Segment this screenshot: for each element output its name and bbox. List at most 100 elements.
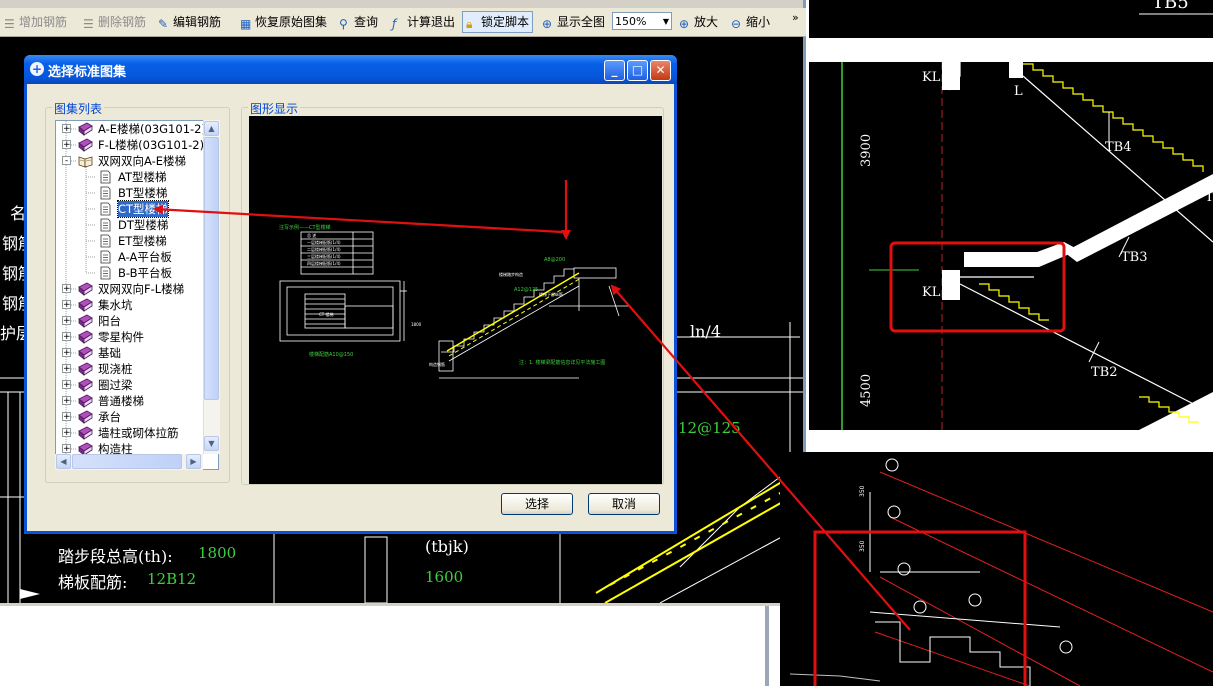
scroll-down-button[interactable]: ▼ <box>204 436 219 451</box>
maximize-button[interactable]: □ <box>627 60 648 81</box>
tree-item-label: 双网双向F-L楼梯 <box>98 282 185 296</box>
expand-icon[interactable]: + <box>62 444 71 454</box>
query-button[interactable]: ⚲ 查询 <box>339 13 378 31</box>
expand-icon[interactable]: + <box>62 364 71 374</box>
scroll-left-button[interactable]: ◀ <box>56 454 71 469</box>
tree-item-label: B-B平台板 <box>118 266 173 280</box>
step-height-label: 踏步段总高(th): <box>58 547 173 566</box>
tree-item-label: 圈过梁 <box>98 378 133 392</box>
expand-icon[interactable]: + <box>62 140 71 150</box>
expand-icon[interactable]: + <box>62 300 71 310</box>
tree-item[interactable]: + F-L楼梯(03G101-2) <box>56 137 216 153</box>
expand-icon[interactable]: + <box>62 396 71 406</box>
restore-atlas-button[interactable]: ▦ 恢复原始图集 <box>240 13 327 31</box>
tree-item-label: 承台 <box>98 410 121 424</box>
svg-text:350: 350 <box>859 540 866 552</box>
svg-text:A12@125: A12@125 <box>514 287 538 293</box>
expand-icon[interactable]: + <box>62 412 71 422</box>
select-button[interactable]: 选择 <box>501 493 573 515</box>
scroll-up-button[interactable]: ▲ <box>204 121 219 136</box>
svg-text:350: 350 <box>859 485 866 497</box>
tree-item[interactable]: CT型楼梯 <box>56 200 216 218</box>
tree-item[interactable]: B-B平台板 <box>56 265 216 281</box>
expand-icon[interactable]: + <box>62 348 71 358</box>
lock-script-button[interactable]: 🔒︎ 锁定脚本 <box>462 11 534 33</box>
slab-rebar-value: 12B12 <box>147 570 197 588</box>
tree-item[interactable]: BT型楼梯 <box>56 185 216 201</box>
reference-stair-section: KL L TB4 TB3 TB2 KL TE T 3900 4500 <box>809 62 1213 430</box>
tree-item[interactable]: + 阳台 <box>56 313 216 329</box>
slab-rebar-label: 梯板配筋: <box>58 573 128 592</box>
calc-exit-button[interactable]: ƒ 计算退出 <box>392 13 455 31</box>
tree-item-label: 墙柱或砌体拉筋 <box>98 426 179 440</box>
tree-item[interactable]: + 承台 <box>56 409 216 425</box>
tree-item[interactable]: + 现浇桩 <box>56 361 216 377</box>
svg-text:楼梯下部纵筋: 楼梯下部纵筋 <box>539 291 563 297</box>
ref-tb-right-1: TE <box>1205 190 1213 205</box>
svg-text:三层楼梯配筋(1/4): 三层楼梯配筋(1/4) <box>307 253 341 259</box>
step-height-value: 1800 <box>198 544 237 562</box>
tree-item[interactable]: AT型楼梯 <box>56 169 216 185</box>
tree-item[interactable]: + 普通楼梯 <box>56 393 216 409</box>
book-icon <box>78 410 93 424</box>
svg-text:注写示例——CT型楼梯: 注写示例——CT型楼梯 <box>279 224 331 231</box>
scroll-right-button[interactable]: ▶ <box>186 454 201 469</box>
rebar-spacing-label: 12@125 <box>678 419 741 437</box>
tree-item-label: BT型楼梯 <box>118 186 168 200</box>
vertical-scroll-thumb[interactable] <box>204 137 219 400</box>
minimize-button[interactable]: _ <box>604 60 625 81</box>
horizontal-scroll-thumb[interactable] <box>72 454 182 469</box>
zoom-out-button[interactable]: ⊖ 缩小 <box>731 13 770 31</box>
dialog-titlebar[interactable]: + 选择标准图集 _ □ ✕ <box>24 55 677 84</box>
tree-item[interactable]: - 双网双向A-E楼梯 <box>56 153 216 169</box>
toolbar-overflow-icon[interactable]: » <box>792 9 799 27</box>
tree-vertical-scrollbar[interactable]: ▲ ▼ <box>203 120 220 454</box>
zoom-select[interactable]: 150% ▼ <box>612 12 672 30</box>
tree-item[interactable]: DT型楼梯 <box>56 217 216 233</box>
tree-item[interactable]: + 零星构件 <box>56 329 216 345</box>
collapse-icon[interactable]: - <box>62 156 71 166</box>
zoom-out-icon: ⊖ <box>731 17 742 31</box>
tree-item[interactable]: + 墙柱或砌体拉筋 <box>56 425 216 441</box>
chevron-down-icon: ▼ <box>662 17 669 26</box>
svg-text:注：1. 楼梯梁配筋信息详见平法施工图: 注：1. 楼梯梁配筋信息详见平法施工图 <box>519 359 605 366</box>
show-full-button[interactable]: ⊕ 显示全图 <box>542 13 605 31</box>
ct-stair-preview-drawing: 注写示例——CT型楼梯 注：1. 楼梯梁配筋信息详见平法施工图 A8@200 A… <box>279 224 629 379</box>
tree-item[interactable]: + 集水坑 <box>56 297 216 313</box>
tree-item-label: ET型楼梯 <box>118 234 167 248</box>
tree-item[interactable]: A-A平台板 <box>56 249 216 265</box>
zoom-in-icon: ⊕ <box>679 17 690 31</box>
ref-kl-mid: KL <box>922 285 941 300</box>
edit-rebar-button[interactable]: ✎ 编辑钢筋 <box>158 13 221 31</box>
expand-icon[interactable]: + <box>62 380 71 390</box>
zoom-in-button[interactable]: ⊕ 放大 <box>679 13 718 31</box>
book-icon <box>78 394 93 408</box>
open-book-icon <box>78 154 93 168</box>
tree-item[interactable]: ET型楼梯 <box>56 233 216 249</box>
tree-item[interactable]: + 圈过梁 <box>56 377 216 393</box>
document-icon <box>98 266 113 280</box>
tree-item-label: DT型楼梯 <box>118 218 169 232</box>
close-button[interactable]: ✕ <box>650 60 671 81</box>
expand-icon[interactable]: + <box>62 428 71 438</box>
ref-dim-4500: 4500 <box>859 373 874 407</box>
expand-icon[interactable]: + <box>62 284 71 294</box>
cancel-button[interactable]: 取消 <box>588 493 660 515</box>
tree-horizontal-scrollbar[interactable]: ◀ ▶ <box>55 454 203 470</box>
add-rebar-button[interactable]: ☰ 增加钢筋 <box>4 13 67 31</box>
tree-item[interactable]: + 基础 <box>56 345 216 361</box>
svg-text:楼梯踏步构造: 楼梯踏步构造 <box>499 271 523 277</box>
expand-icon[interactable]: + <box>62 124 71 134</box>
expand-icon[interactable]: + <box>62 332 71 342</box>
book-icon <box>78 298 93 312</box>
svg-text:一层楼梯配筋(1/4): 一层楼梯配筋(1/4) <box>307 239 341 245</box>
delete-rebar-button[interactable]: ☰ 删除钢筋 <box>83 13 146 31</box>
tree-item[interactable]: + A-E楼梯(03G101-2) <box>56 121 216 137</box>
ref-kl-top: KL <box>922 70 941 85</box>
document-icon <box>98 250 113 264</box>
atlas-tree[interactable]: + A-E楼梯(03G101-2) + F-L楼梯(03G101-2) - 双网双向A-E… <box>55 120 219 470</box>
document-icon <box>98 202 113 216</box>
book-icon <box>78 138 93 152</box>
expand-icon[interactable]: + <box>62 316 71 326</box>
tree-item[interactable]: + 双网双向F-L楼梯 <box>56 281 216 297</box>
